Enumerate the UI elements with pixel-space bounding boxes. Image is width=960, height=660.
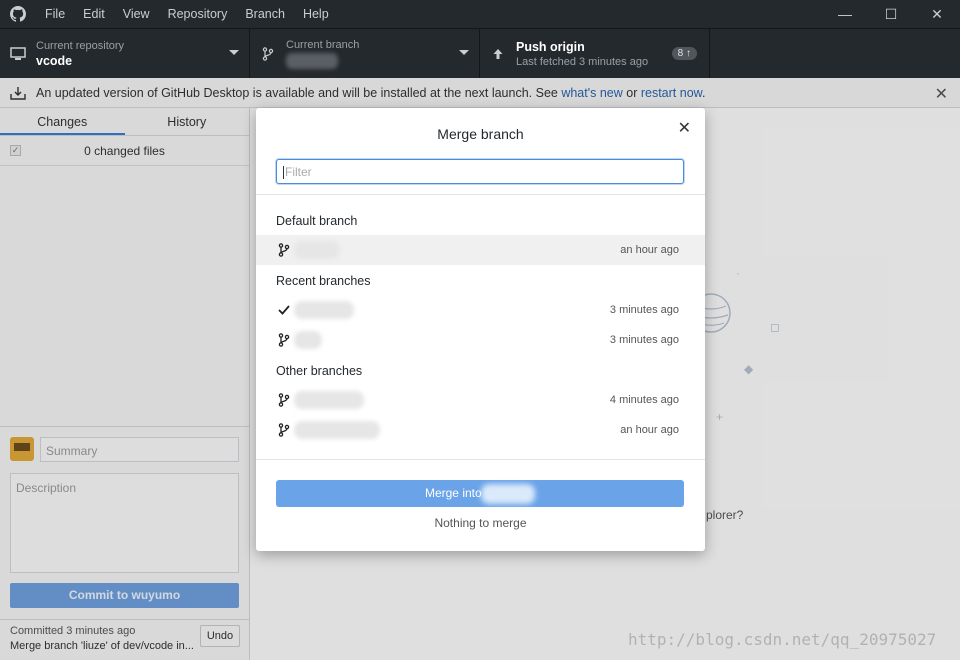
- branch-icon: [278, 243, 290, 257]
- branch-time: 4 minutes ago: [609, 394, 679, 406]
- push-label: Push origin: [516, 40, 585, 54]
- dialog-title: Merge branch: [437, 126, 524, 142]
- menu-view[interactable]: View: [114, 0, 159, 28]
- close-window-button[interactable]: ✕: [914, 0, 960, 28]
- current-repository-dropdown[interactable]: Current repository vcode: [0, 29, 250, 79]
- branch-icon: [278, 333, 290, 347]
- chevron-down-icon: [229, 50, 239, 55]
- menu-help[interactable]: Help: [294, 0, 338, 28]
- default-branch-heading: Default branch: [276, 214, 358, 228]
- menu-repository[interactable]: Repository: [159, 0, 237, 28]
- maximize-button[interactable]: ☐: [868, 0, 914, 28]
- chevron-down-icon: [459, 50, 469, 55]
- divider: [256, 459, 705, 460]
- computer-icon: [0, 47, 36, 61]
- filter-placeholder: Filter: [285, 165, 312, 179]
- target-branch-redacted: [481, 483, 536, 504]
- branch-name-redacted: [294, 301, 354, 319]
- branch-row[interactable]: an hour ago: [256, 415, 705, 445]
- branch-icon: [278, 423, 290, 437]
- branch-name-redacted: [294, 391, 364, 409]
- branch-time: 3 minutes ago: [609, 334, 679, 346]
- commits-ahead-badge: 8 ↑: [671, 47, 697, 60]
- branch-name-redacted: [286, 53, 338, 69]
- minimize-button[interactable]: —: [822, 0, 868, 28]
- current-branch-dropdown[interactable]: Current branch: [250, 29, 480, 79]
- menu-branch[interactable]: Branch: [236, 0, 294, 28]
- checkmark-icon: [278, 305, 290, 315]
- close-icon[interactable]: ✕: [678, 118, 691, 138]
- menu-bar: File Edit View Repository Branch Help: [36, 0, 338, 28]
- branch-row[interactable]: 3 minutes ago: [256, 295, 705, 325]
- merge-button[interactable]: Merge into: [276, 480, 684, 507]
- menu-edit[interactable]: Edit: [74, 0, 114, 28]
- branch-name-redacted: [294, 421, 380, 439]
- branch-time: an hour ago: [620, 424, 679, 436]
- last-fetched-text: Last fetched 3 minutes ago: [516, 56, 649, 68]
- repository-label: Current repository: [36, 40, 125, 52]
- branch-icon: [278, 393, 290, 407]
- branch-label: Current branch: [286, 39, 360, 51]
- recent-branches-heading: Recent branches: [276, 274, 371, 288]
- nothing-to-merge-text: Nothing to merge: [434, 516, 527, 530]
- branch-time: an hour ago: [620, 244, 679, 256]
- branch-name-redacted: [294, 241, 340, 259]
- branch-row[interactable]: 3 minutes ago: [256, 325, 705, 355]
- toolbar: Current repository vcode Current branch …: [0, 28, 960, 79]
- repository-name: vcode: [36, 54, 73, 68]
- push-origin-button[interactable]: Push origin Last fetched 3 minutes ago 8…: [480, 29, 710, 79]
- filter-input[interactable]: Filter: [276, 159, 684, 184]
- branch-icon: [250, 47, 286, 61]
- title-bar: File Edit View Repository Branch Help — …: [0, 0, 960, 28]
- branch-row[interactable]: 4 minutes ago: [256, 385, 705, 415]
- merge-button-label: Merge into: [424, 486, 482, 500]
- github-logo-icon: [0, 0, 36, 28]
- branch-time: 3 minutes ago: [609, 304, 679, 316]
- divider: [256, 194, 705, 195]
- branch-row[interactable]: an hour ago: [256, 235, 705, 265]
- window-controls: — ☐ ✕: [822, 0, 960, 28]
- menu-file[interactable]: File: [36, 0, 74, 28]
- arrow-up-icon: [480, 48, 516, 60]
- branch-name-redacted: [294, 331, 322, 349]
- other-branches-heading: Other branches: [276, 364, 363, 378]
- merge-branch-dialog: Merge branch ✕ Filter Default branch an …: [256, 108, 705, 551]
